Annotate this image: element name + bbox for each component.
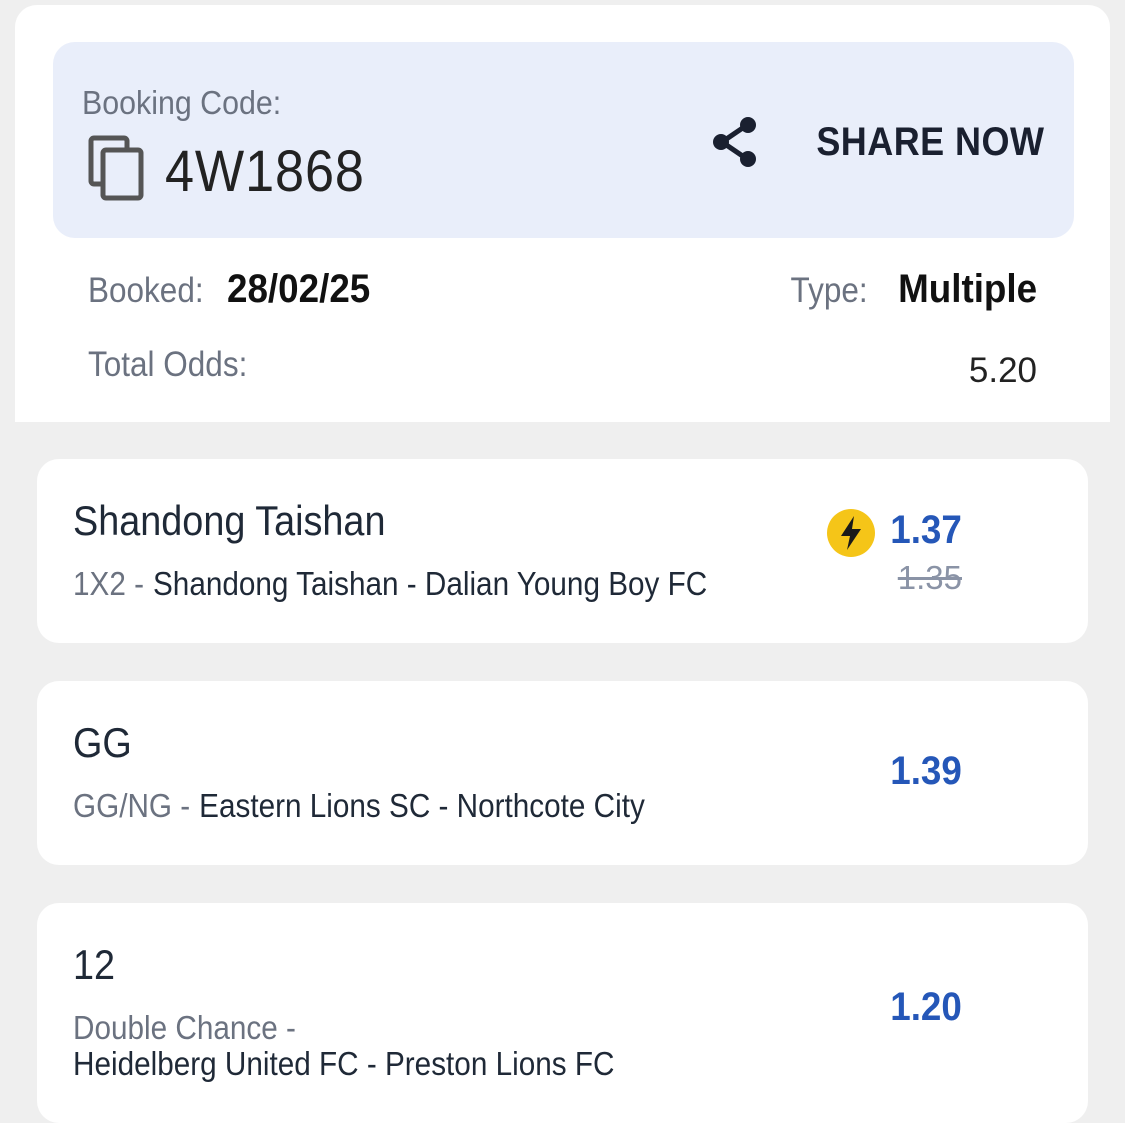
- match-name: Shandong Taishan - Dalian Young Boy FC: [152, 565, 708, 602]
- booking-code-label: Booking Code:: [82, 84, 282, 121]
- selection-title: Shandong Taishan: [73, 497, 386, 544]
- total-odds-label: Total Odds:: [88, 345, 248, 384]
- selection-odds: 1.20: [890, 985, 962, 1029]
- booking-code-value[interactable]: 4W1868: [165, 138, 365, 205]
- selection-odds: 1.39: [890, 749, 962, 793]
- booked-label: Booked:: [88, 271, 204, 310]
- selection-market: 1X2 - Shandong Taishan - Dalian Young Boy…: [73, 565, 707, 603]
- selection-market: Double Chance -: [73, 1009, 296, 1047]
- lightning-boost-icon: [827, 509, 875, 557]
- booking-meta-row: Booked: 28/02/25 Type: Multiple: [88, 267, 1037, 317]
- selection-title: 12: [73, 941, 116, 988]
- total-odds-row: Total Odds: 5.20: [88, 345, 1037, 395]
- selection-market: GG/NG - Eastern Lions SC - Northcote City: [73, 787, 645, 825]
- booking-summary-card: Booking Code: 4W1868 SHARE NOW Booked: 2…: [15, 5, 1110, 422]
- original-odds: 1.35: [897, 559, 962, 596]
- share-now-button[interactable]: SHARE NOW: [711, 112, 1044, 172]
- match-name: Heidelberg United FC - Preston Lions FC: [73, 1045, 615, 1082]
- type-label: Type:: [790, 271, 868, 310]
- type-value: Multiple: [897, 267, 1037, 311]
- share-now-label: SHARE NOW: [815, 119, 1044, 164]
- selection-title: GG: [73, 719, 132, 766]
- bet-type: Type: Multiple: [782, 267, 1037, 312]
- market-name: Double Chance -: [73, 1009, 296, 1046]
- selection-card[interactable]: Shandong Taishan 1X2 - Shandong Taishan -…: [37, 459, 1088, 643]
- booking-code-box: Booking Code: 4W1868 SHARE NOW: [53, 42, 1074, 238]
- selection-card[interactable]: 12 Double Chance - Heidelberg United FC …: [37, 903, 1088, 1123]
- market-name: 1X2 -: [73, 565, 144, 602]
- selection-card[interactable]: GG GG/NG - Eastern Lions SC - Northcote C…: [37, 681, 1088, 865]
- market-name: GG/NG -: [73, 787, 191, 824]
- share-icon: [712, 117, 756, 167]
- match-name: Eastern Lions SC - Northcote City: [199, 787, 645, 824]
- booked-date: Booked: 28/02/25: [88, 267, 383, 312]
- copy-icon[interactable]: [87, 134, 147, 202]
- booked-value: 28/02/25: [226, 267, 371, 311]
- total-odds-value: 5.20: [968, 351, 1037, 390]
- selection-odds: 1.37: [890, 508, 962, 552]
